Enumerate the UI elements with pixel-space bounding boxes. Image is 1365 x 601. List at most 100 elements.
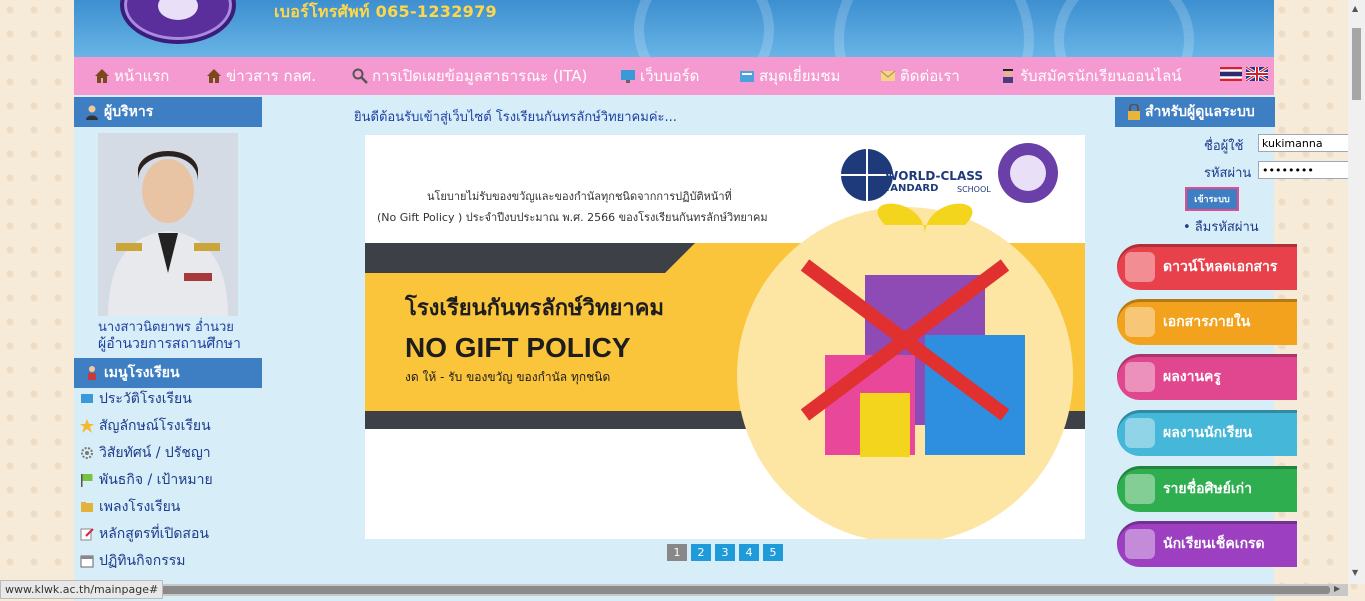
nav-contact[interactable]: ติดต่อเรา: [880, 66, 960, 86]
star-icon: [80, 419, 94, 433]
nav-label: เว็บบอร์ด: [640, 67, 700, 85]
user-icon: [1125, 474, 1155, 504]
menu-label: ประวัติโรงเรียน: [99, 391, 192, 407]
alumni-list-button[interactable]: รายชื่อศิษย์เก่า: [1117, 466, 1297, 512]
banner-policy-line2: (No Gift Policy ) ประจำปีงบประมาณ พ.ศ. 2…: [377, 211, 768, 224]
laptop-icon: [1125, 529, 1155, 559]
status-bar-url: www.klwk.ac.th/mainpage#: [0, 580, 164, 599]
flag-icon: [81, 474, 93, 487]
nav-label: สมุดเยี่ยมชม: [759, 67, 841, 85]
school-menu-title-text: เมนูโรงเรียน: [104, 365, 180, 381]
home-icon: [95, 69, 109, 83]
student-work-button[interactable]: ผลงานนักเรียน: [1117, 410, 1297, 456]
calendar-icon: [80, 555, 94, 568]
mail-icon: [880, 70, 896, 81]
banner-worldclass-2: STANDARD: [877, 183, 939, 194]
slide-page-2[interactable]: 2: [691, 544, 711, 561]
banner-subline: งด ให้ - รับ ของขวัญ ของกำนัล ทุกชนิด: [405, 370, 611, 384]
nav-news[interactable]: ข่าวสาร กลศ.: [206, 66, 316, 86]
monitor-icon: [621, 70, 635, 83]
admin-section-title: ผู้บริหาร: [74, 97, 262, 127]
menu-vision[interactable]: วิสัยทัศน์ / ปรัชญา: [80, 443, 211, 463]
scroll-up-icon[interactable]: ▲: [1352, 4, 1358, 13]
horizontal-scroll-thumb[interactable]: [150, 586, 1330, 594]
slide-page-4[interactable]: 4: [739, 544, 759, 561]
site-header: เบอร์โทรศัพท์ 065-1232979: [74, 0, 1274, 57]
slide-page-3[interactable]: 3: [715, 544, 735, 561]
menu-label: เพลงโรงเรียน: [99, 499, 181, 515]
scroll-right-icon[interactable]: ▶: [1334, 584, 1340, 593]
menu-song[interactable]: เพลงโรงเรียน: [80, 497, 180, 517]
lock-icon: [1128, 104, 1140, 120]
slide-page-1[interactable]: 1: [667, 544, 687, 561]
username-label: ชื่อผู้ใช้: [1204, 139, 1244, 154]
password-label: รหัสผ่าน: [1204, 166, 1252, 181]
thai-flag-icon[interactable]: [1220, 67, 1242, 81]
menu-curriculum[interactable]: หลักสูตรที่เปิดสอน: [80, 524, 209, 544]
side-button-label: เอกสารภายใน: [1163, 314, 1251, 330]
page-container: เบอร์โทรศัพท์ 065-1232979 หน้าแรก ข่าวสา…: [74, 0, 1274, 601]
edit-icon: [80, 528, 94, 541]
horizontal-scrollbar[interactable]: [150, 584, 1348, 596]
gear-icon: [81, 447, 93, 459]
nav-register[interactable]: รับสมัครนักเรียนออนไลน์: [1000, 66, 1182, 86]
admin-role: ผู้อำนวยการสถานศึกษา: [98, 336, 241, 352]
download-docs-button[interactable]: ดาวน์โหลดเอกสาร: [1117, 244, 1297, 290]
internal-docs-button[interactable]: เอกสารภายใน: [1117, 299, 1297, 345]
folder-icon: [81, 502, 93, 512]
vertical-scroll-thumb[interactable]: [1352, 28, 1361, 100]
header-phone: เบอร์โทรศัพท์ 065-1232979: [274, 2, 497, 21]
school-logo[interactable]: [120, 0, 236, 44]
side-button-label: ดาวน์โหลดเอกสาร: [1163, 259, 1278, 275]
menu-label: ปฏิทินกิจกรรม: [99, 553, 186, 569]
uk-flag-icon[interactable]: [1246, 67, 1268, 81]
menu-calendar[interactable]: ปฏิทินกิจกรรม: [80, 551, 186, 571]
admin-photo: [98, 133, 238, 316]
password-input[interactable]: [1258, 161, 1354, 179]
nav-webboard[interactable]: เว็บบอร์ด: [620, 66, 699, 86]
side-button-label: ผลงานครู: [1163, 369, 1221, 385]
book-icon: [740, 71, 754, 82]
search-icon: [352, 68, 368, 84]
menu-symbol[interactable]: สัญลักษณ์โรงเรียน: [80, 416, 211, 436]
side-button-label: ผลงานนักเรียน: [1163, 425, 1253, 441]
login-title-text: สำหรับผู้ดูแลระบบ: [1145, 104, 1255, 120]
banner-policy-line1: นโยบายไม่รับของขวัญและของกำนัลทุกชนิดจาก…: [427, 190, 732, 203]
menu-mission[interactable]: พันธกิจ / เป้าหมาย: [80, 470, 213, 490]
people-icon: [88, 366, 96, 380]
vertical-scrollbar[interactable]: ▲ ▼: [1348, 0, 1365, 584]
menu-history[interactable]: ประวัติโรงเรียน: [80, 389, 192, 409]
nav-guestbook[interactable]: สมุดเยี่ยมชม: [739, 66, 840, 86]
nav-ita[interactable]: การเปิดเผยข้อมูลสาธารณะ (ITA): [352, 66, 587, 86]
side-button-label: รายชื่อศิษย์เก่า: [1163, 481, 1252, 497]
slideshow-banner[interactable]: นโยบายไม่รับของขวัญและของกำนัลทุกชนิดจาก…: [365, 135, 1085, 539]
folder-icon: [1125, 307, 1155, 337]
side-button-label: นักเรียนเช็คเกรด: [1163, 536, 1265, 552]
login-button[interactable]: เข้าระบบ: [1185, 187, 1239, 211]
banner-school-name: โรงเรียนกันทรลักษ์วิทยาคม: [405, 296, 664, 321]
forgot-password-link[interactable]: • ลืมรหัสผ่าน: [1183, 216, 1259, 237]
slide-page-5[interactable]: 5: [763, 544, 783, 561]
login-section-title: สำหรับผู้ดูแลระบบ: [1115, 97, 1275, 127]
home-icon: [207, 69, 221, 83]
star-icon: [1125, 362, 1155, 392]
banner-headline: NO GIFT POLICY: [405, 332, 631, 363]
banner-worldclass-3: SCHOOL: [957, 185, 991, 194]
monitor-icon: [81, 394, 93, 403]
box-icon: [1125, 418, 1155, 448]
main-nav: หน้าแรก ข่าวสาร กลศ. การเปิดเผยข้อมูลสาธ…: [74, 57, 1274, 95]
user-icon: [86, 105, 98, 120]
teacher-work-button[interactable]: ผลงานครู: [1117, 354, 1297, 400]
admin-title-text: ผู้บริหาร: [104, 104, 154, 120]
nav-label: ติดต่อเรา: [900, 67, 960, 85]
menu-label: วิสัยทัศน์ / ปรัชญา: [99, 445, 211, 461]
school-menu-title: เมนูโรงเรียน: [74, 358, 262, 388]
check-grade-button[interactable]: นักเรียนเช็คเกรด: [1117, 521, 1297, 567]
welcome-marquee: ยินดีต้อนรับเข้าสู่เว็บไซต์ โรงเรียนกันท…: [354, 110, 677, 125]
nav-label: ข่าวสาร กลศ.: [226, 67, 317, 85]
username-input[interactable]: [1258, 134, 1354, 152]
nav-label: หน้าแรก: [114, 67, 170, 85]
nav-home[interactable]: หน้าแรก: [94, 66, 169, 86]
banner-worldclass-1: WORLD-CLASS: [885, 169, 983, 183]
scroll-down-icon[interactable]: ▼: [1352, 568, 1358, 577]
